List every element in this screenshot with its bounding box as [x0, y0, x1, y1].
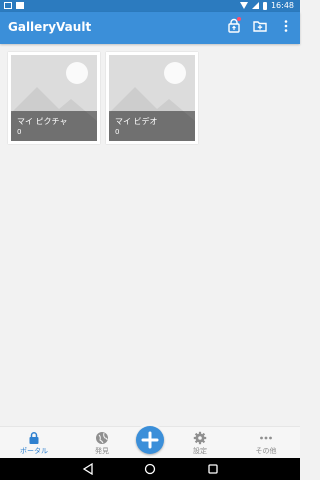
globe-icon: [96, 432, 108, 444]
gear-icon: [193, 431, 207, 445]
nav-label: その他: [255, 447, 277, 455]
app-bar: GalleryVault: [0, 12, 300, 44]
battery-icon: [262, 1, 267, 10]
album-name: マイ ピクチャ: [17, 117, 68, 126]
notification-card-icon: [16, 2, 24, 9]
app-title: GalleryVault: [8, 20, 92, 34]
nav-label: 発見: [95, 447, 109, 455]
system-nav-bar: [0, 458, 300, 480]
back-icon[interactable]: [82, 463, 94, 475]
nav-label: 設定: [193, 447, 207, 455]
nav-item-more[interactable]: その他: [238, 427, 294, 459]
overflow-menu-icon[interactable]: [278, 18, 294, 34]
album-card[interactable]: マイ ピクチャ 0: [8, 52, 100, 144]
lock-upload-icon[interactable]: [226, 17, 242, 34]
home-icon[interactable]: [144, 463, 156, 475]
nav-label: ポータル: [20, 447, 48, 455]
notification-image-icon: [4, 2, 12, 9]
album-count: 0: [115, 128, 120, 136]
album-grid: マイ ピクチャ 0 マイ ビデオ 0: [0, 44, 300, 426]
notification-badge: [237, 17, 241, 21]
recents-icon[interactable]: [207, 463, 219, 475]
plus-icon: [141, 431, 159, 449]
album-name: マイ ビデオ: [115, 117, 158, 126]
nav-item-portal[interactable]: ポータル: [6, 427, 62, 459]
add-folder-icon[interactable]: [252, 18, 268, 34]
lock-icon: [29, 432, 39, 444]
album-card[interactable]: マイ ビデオ 0: [106, 52, 198, 144]
add-button[interactable]: [136, 426, 164, 454]
signal-icon: [251, 2, 259, 9]
nav-item-discover[interactable]: 発見: [74, 427, 130, 459]
wifi-icon: [239, 2, 248, 9]
status-time: 16:48: [270, 1, 294, 10]
more-dots-icon: [260, 436, 272, 440]
album-count: 0: [17, 128, 22, 136]
status-bar: 16:48: [0, 0, 300, 12]
nav-item-settings[interactable]: 設定: [172, 427, 228, 459]
